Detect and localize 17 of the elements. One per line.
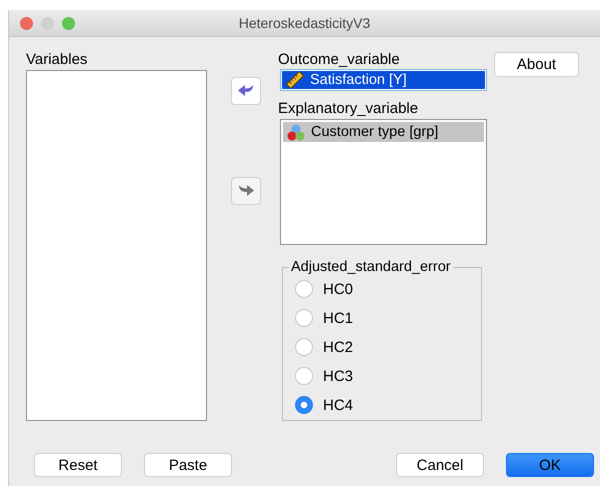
window-title: HeteroskedasticityV3: [238, 15, 370, 31]
dialog-button[interactable]: Paste: [144, 453, 232, 477]
option-label: HC3: [323, 368, 354, 385]
dialog-button[interactable]: Reset: [34, 453, 122, 477]
option-label: HC0: [323, 280, 354, 298]
variable-item[interactable]: Customer type [grp]: [283, 122, 484, 142]
group-legend: Adjusted_standard_error: [289, 259, 453, 276]
option-label: HC4: [323, 396, 354, 414]
option-label: HC2: [323, 338, 354, 356]
field-label: Outcome_variable: [278, 51, 401, 69]
explanatory-list[interactable]: Customer type [grp]: [280, 119, 487, 246]
dialog-button[interactable]: OK: [506, 453, 594, 477]
about-button[interactable]: About: [494, 52, 579, 77]
list-label: Variables: [26, 51, 88, 69]
option-label: HC1: [323, 310, 354, 327]
list-label: Explanatory_variable: [278, 100, 420, 118]
dialog-button[interactable]: Cancel: [396, 453, 484, 477]
